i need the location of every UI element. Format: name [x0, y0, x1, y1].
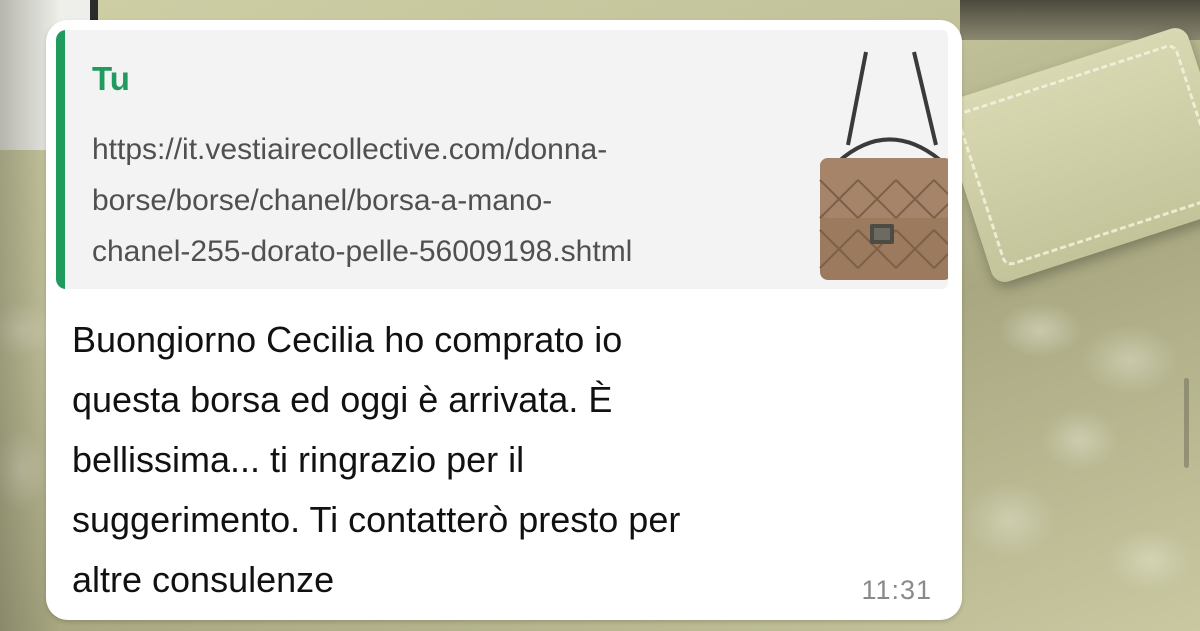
message-body: Buongiorno Cecilia ho comprato io questa…	[72, 319, 681, 600]
scrollbar[interactable]	[1184, 378, 1189, 468]
message-bubble[interactable]: Tu https://it.vestiairecollective.com/do…	[46, 20, 962, 620]
message-timestamp: 11:31	[861, 575, 932, 605]
quoted-message[interactable]: Tu https://it.vestiairecollective.com/do…	[56, 30, 856, 289]
handbag-thumbnail-image[interactable]	[808, 30, 948, 289]
quote-accent-bar	[56, 30, 65, 289]
quoted-link-text: https://it.vestiairecollective.com/donna…	[92, 133, 633, 268]
handbag-icon	[819, 51, 948, 280]
quoted-author: Tu	[92, 60, 130, 97]
